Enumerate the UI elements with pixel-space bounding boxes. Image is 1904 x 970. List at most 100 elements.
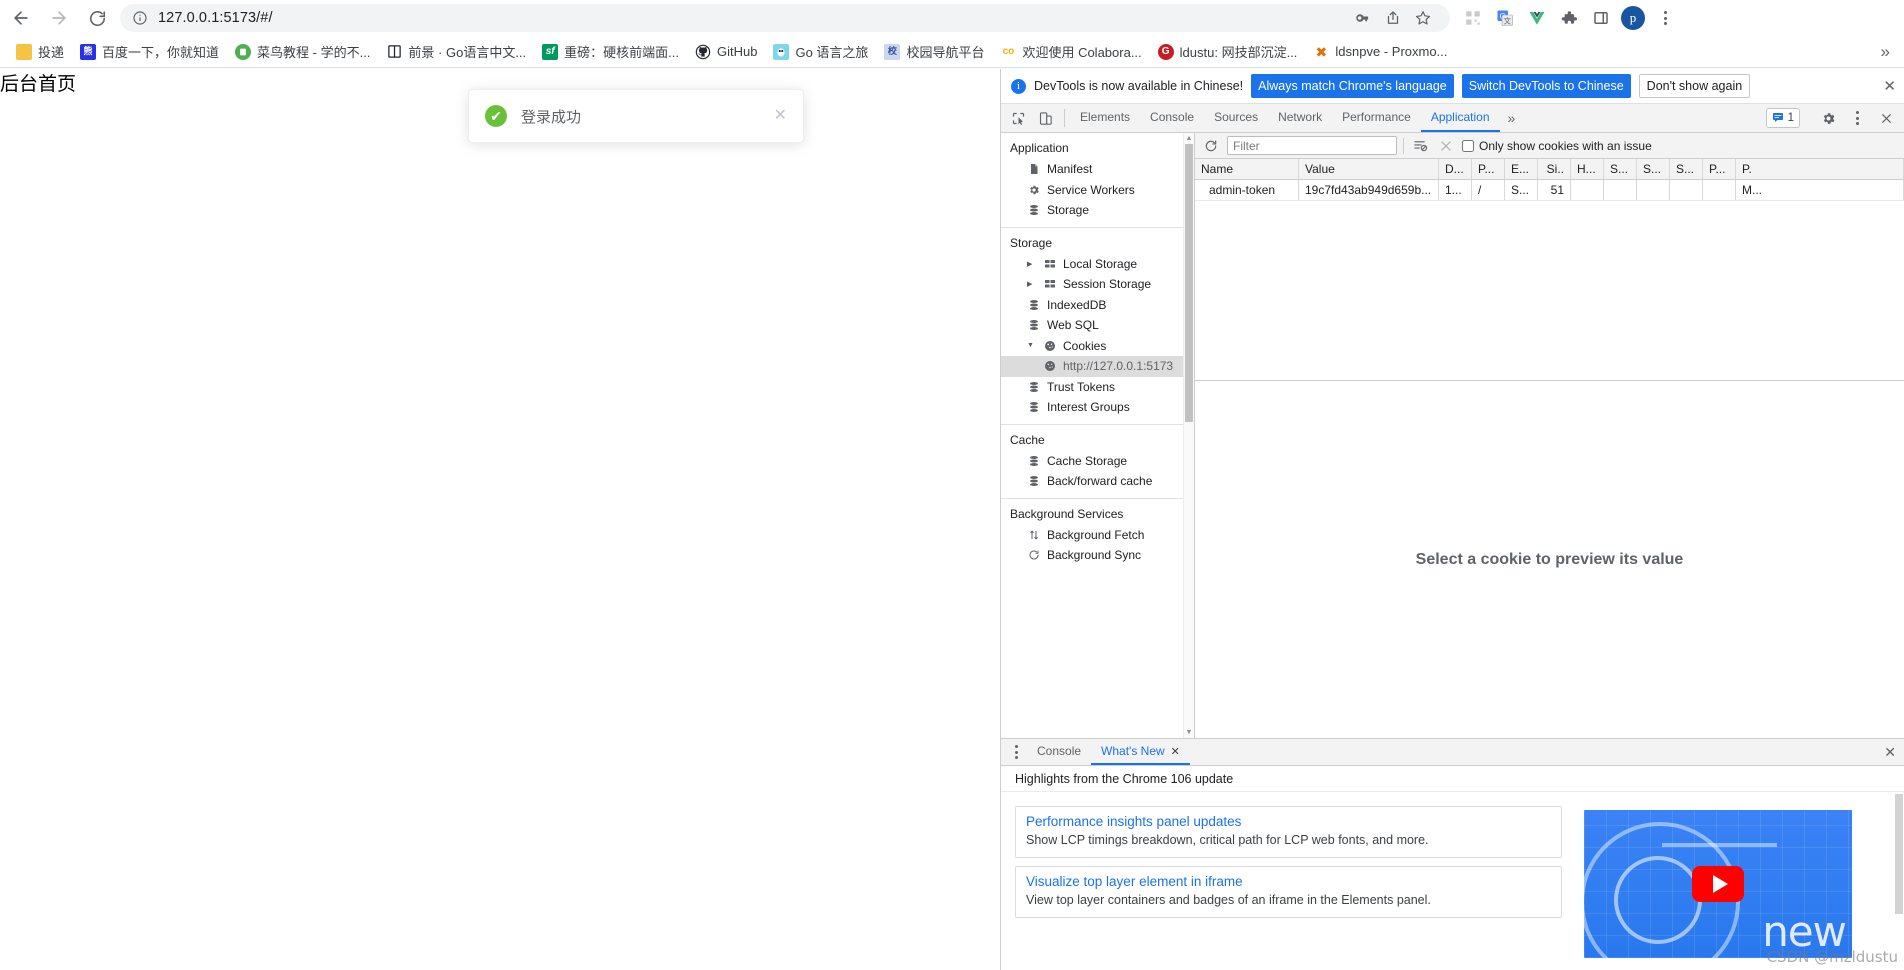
drawer-kebab-menu-icon[interactable] [1005, 739, 1027, 765]
column-header-value[interactable]: Value [1299, 159, 1439, 179]
gear-icon[interactable] [1815, 111, 1842, 126]
column-header-httponly[interactable]: H... [1571, 159, 1604, 179]
kebab-menu-icon[interactable] [1844, 111, 1871, 125]
whats-new-video-thumbnail[interactable]: new [1584, 810, 1852, 958]
column-header-domain[interactable]: D... [1439, 159, 1472, 179]
clear-all-cookies-icon[interactable] [1436, 136, 1456, 156]
close-devtools-icon[interactable] [1873, 112, 1900, 125]
scrollbar-thumb[interactable] [1185, 144, 1193, 422]
bookmark-item[interactable]: GitHub [687, 39, 765, 65]
sidebar-item-service-workers[interactable]: Service Workers [1001, 180, 1183, 201]
sidebar-item-interest-groups[interactable]: Interest Groups [1001, 397, 1183, 418]
sidebar-item-cache-storage[interactable]: Cache Storage [1001, 451, 1183, 472]
chevron-right-icon[interactable]: ▶ [1027, 280, 1037, 288]
sidebar-item-background-fetch[interactable]: Background Fetch [1001, 525, 1183, 546]
column-header-priority[interactable]: P. [1736, 159, 1904, 179]
extensions-puzzle-icon[interactable] [1554, 3, 1584, 33]
bookmark-item[interactable]: 投递 [8, 39, 72, 65]
bookmark-item[interactable]: 前景 · Go语言中文... [378, 39, 534, 65]
sidebar-item-web-sql[interactable]: Web SQL [1001, 315, 1183, 336]
only-issues-checkbox-row[interactable]: Only show cookies with an issue [1462, 139, 1652, 153]
drawer-tab-console[interactable]: Console [1027, 739, 1091, 765]
close-drawer-button[interactable]: ✕ [1876, 739, 1904, 765]
table-row[interactable]: admin-token 19c7fd43ab949d659b... 1... /… [1195, 180, 1904, 201]
column-header-samesite[interactable]: S... [1637, 159, 1670, 179]
password-key-icon[interactable] [1348, 4, 1378, 32]
bookmark-item[interactable]: 校 校园导航平台 [876, 39, 992, 65]
site-info-icon[interactable] [132, 10, 148, 26]
close-icon[interactable]: ✕ [774, 108, 787, 124]
back-button[interactable] [4, 1, 38, 35]
column-header-partitionkey[interactable]: P... [1703, 159, 1736, 179]
dont-show-again-button[interactable]: Don't show again [1638, 74, 1751, 98]
omnibox[interactable]: 127.0.0.1:5173/#/ [120, 4, 1450, 32]
bookmark-item[interactable]: G ldustu: 网技部沉淀... [1150, 39, 1306, 65]
scrollbar-thumb[interactable] [1895, 794, 1903, 914]
column-header-path[interactable]: P... [1472, 159, 1505, 179]
sidebar-item-trust-tokens[interactable]: Trust Tokens [1001, 377, 1183, 398]
chrome-menu-kebab-icon[interactable] [1650, 3, 1680, 33]
refresh-icon[interactable] [1201, 136, 1221, 156]
sidebar-item-session-storage[interactable]: ▶ Session Storage [1001, 274, 1183, 295]
tab-elements[interactable]: Elements [1070, 104, 1140, 132]
card-title-link[interactable]: Performance insights panel updates [1026, 814, 1551, 829]
whats-new-card[interactable]: Performance insights panel updates Show … [1015, 806, 1562, 858]
sidebar-item-cookies[interactable]: ▼ Cookies [1001, 336, 1183, 357]
forward-button[interactable] [42, 1, 76, 35]
scroll-up-arrow-icon[interactable]: ▲ [1184, 133, 1194, 144]
close-icon[interactable]: ✕ [1883, 77, 1898, 95]
device-toolbar-icon[interactable] [1032, 104, 1059, 132]
share-icon[interactable] [1378, 4, 1408, 32]
tab-sources[interactable]: Sources [1204, 104, 1268, 132]
bookmark-item[interactable]: co 欢迎使用 Colabora... [992, 39, 1149, 65]
omnibox-url-text[interactable]: 127.0.0.1:5173/#/ [158, 10, 273, 26]
tab-performance[interactable]: Performance [1332, 104, 1421, 132]
drawer-tab-whats-new[interactable]: What's New ✕ [1091, 739, 1190, 765]
column-header-name[interactable]: Name [1195, 159, 1299, 179]
more-tabs-button[interactable]: » [1500, 104, 1524, 132]
sidebar-item-back-forward-cache[interactable]: Back/forward cache [1001, 471, 1183, 492]
scroll-down-arrow-icon[interactable]: ▼ [1184, 727, 1194, 738]
sidebar-item-indexeddb[interactable]: IndexedDB [1001, 295, 1183, 316]
switch-to-chinese-button[interactable]: Switch DevTools to Chinese [1461, 74, 1631, 98]
sidebar-scrollbar[interactable]: ▲ ▼ [1183, 133, 1194, 738]
close-icon[interactable]: ✕ [1171, 745, 1180, 758]
tab-console[interactable]: Console [1140, 104, 1204, 132]
bookmark-item[interactable]: 菜鸟教程 - 学的不... [227, 39, 378, 65]
reload-button[interactable] [80, 1, 114, 35]
profile-avatar[interactable]: p [1618, 3, 1648, 33]
column-header-size[interactable]: Si.. [1538, 159, 1571, 179]
bookmark-item[interactable]: ✖ ldsnpve - Proxmo... [1305, 39, 1455, 65]
bookmark-item[interactable]: sf 重磅：硬核前端面... [534, 39, 687, 65]
card-title-link[interactable]: Visualize top layer element in iframe [1026, 874, 1551, 889]
bookmark-item[interactable]: 熊 百度一下，你就知道 [72, 39, 227, 65]
clear-filtered-cookies-icon[interactable] [1410, 136, 1430, 156]
sidebar-item-manifest[interactable]: Manifest [1001, 159, 1183, 180]
sidebar-item-local-storage[interactable]: ▶ Local Storage [1001, 254, 1183, 275]
whats-new-card[interactable]: Visualize top layer element in iframe Vi… [1015, 866, 1562, 918]
vue-devtools-icon[interactable] [1522, 3, 1552, 33]
inspect-element-icon[interactable] [1005, 104, 1032, 132]
only-issues-checkbox[interactable] [1462, 139, 1474, 152]
sidebar-item-storage[interactable]: Storage [1001, 200, 1183, 221]
tab-network[interactable]: Network [1268, 104, 1332, 132]
youtube-play-icon[interactable] [1692, 866, 1744, 902]
filter-input[interactable] [1227, 136, 1397, 155]
column-header-samepartykey[interactable]: S... [1670, 159, 1703, 179]
bookmarks-overflow-button[interactable]: » [1881, 42, 1904, 62]
drawer-scrollbar[interactable] [1894, 792, 1904, 970]
always-match-language-button[interactable]: Always match Chrome's language [1251, 74, 1454, 98]
issues-button[interactable]: 1 [1765, 108, 1800, 128]
column-header-secure[interactable]: S... [1604, 159, 1637, 179]
sidebar-item-cookie-origin[interactable]: http://127.0.0.1:5173 [1001, 356, 1183, 377]
qr-code-icon[interactable] [1458, 3, 1488, 33]
chevron-down-icon[interactable]: ▼ [1027, 342, 1037, 349]
bookmark-star-icon[interactable] [1408, 4, 1438, 32]
bookmark-item[interactable]: Go 语言之旅 [765, 39, 876, 65]
column-header-expires[interactable]: E... [1505, 159, 1538, 179]
sidebar-item-background-sync[interactable]: Background Sync [1001, 545, 1183, 566]
tab-application[interactable]: Application [1420, 104, 1500, 132]
google-translate-icon[interactable]: G文 [1490, 3, 1520, 33]
chevron-right-icon[interactable]: ▶ [1027, 260, 1037, 268]
side-panel-icon[interactable] [1586, 3, 1616, 33]
